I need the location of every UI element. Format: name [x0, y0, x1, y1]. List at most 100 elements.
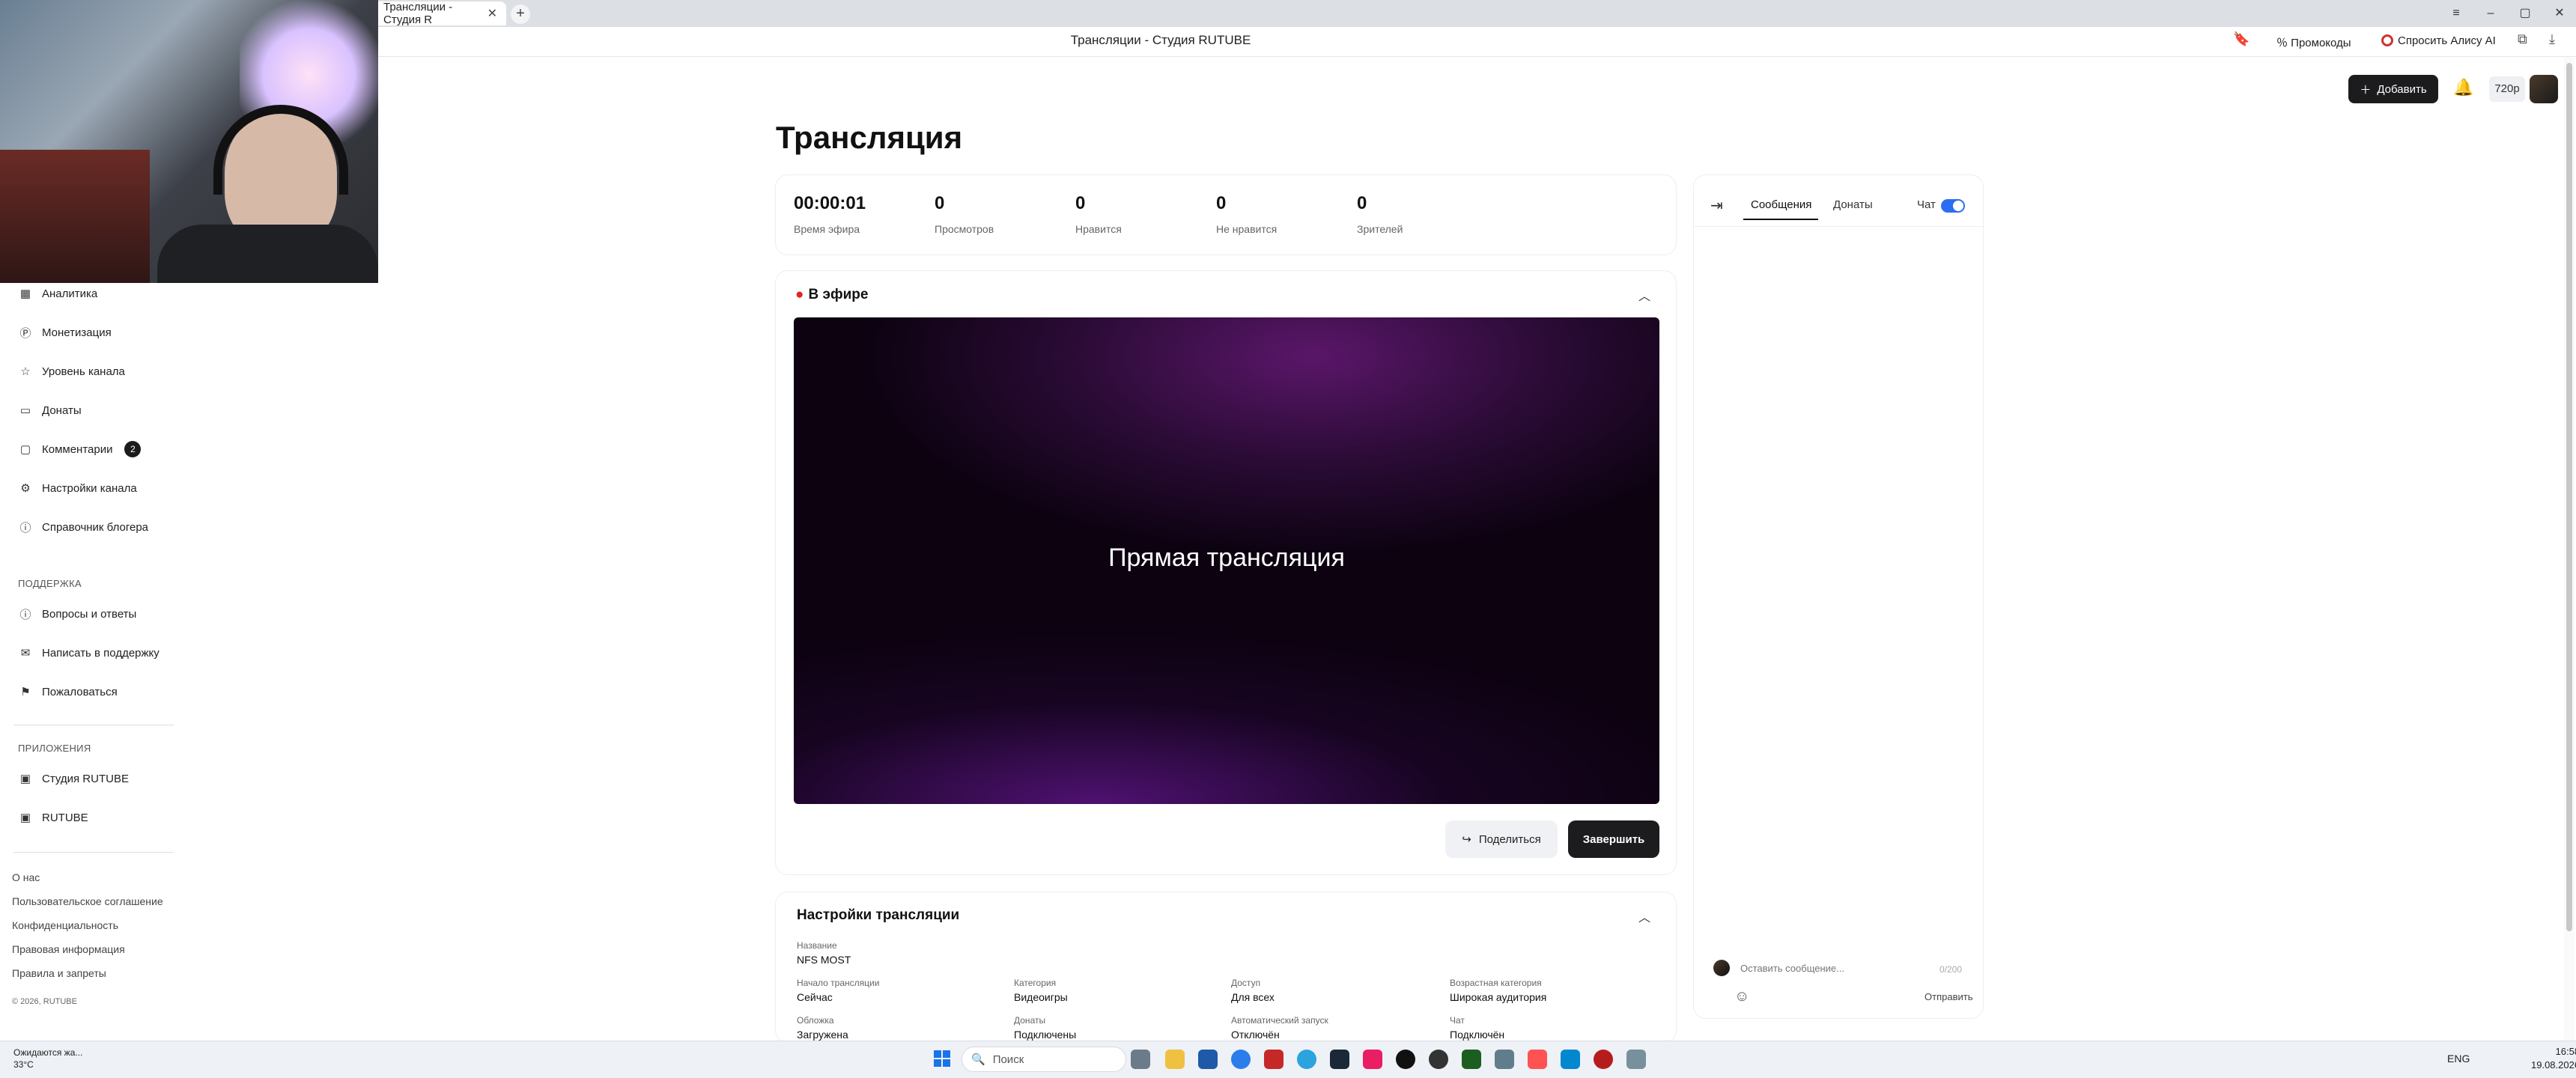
download-icon[interactable]: ⤓: [2549, 31, 2555, 47]
field-value: Загружена: [797, 1029, 848, 1041]
telegram-icon[interactable]: [1297, 1050, 1316, 1069]
browser-icon[interactable]: [1264, 1050, 1284, 1069]
sidebar-item-monetization[interactable]: Ⓟ Монетизация: [18, 317, 111, 347]
monetization-icon: Ⓟ: [19, 326, 31, 340]
chevron-up-icon[interactable]: ︿: [1638, 907, 1650, 925]
chat-toggle[interactable]: [1941, 199, 1965, 213]
live-title-text: В эфире: [808, 287, 869, 302]
field-value: Отключён: [1231, 1029, 1280, 1041]
copyright: © 2026, RUTUBE: [12, 997, 77, 1006]
collapse-chat-icon[interactable]: ⇥: [1710, 196, 1723, 215]
stat-views: 0 Просмотров: [935, 193, 994, 235]
obs-icon[interactable]: [1429, 1050, 1448, 1069]
alisa-label: Спросить Алису AI: [2398, 34, 2496, 47]
stat-label: Не нравится: [1216, 223, 1278, 235]
add-button[interactable]: ＋ Добавить: [2348, 75, 2438, 103]
stat-label: Зрителей: [1357, 223, 1403, 235]
steam-icon[interactable]: [1330, 1050, 1349, 1069]
comment-icon: ▢: [19, 443, 31, 456]
chevron-up-icon[interactable]: ︿: [1638, 286, 1650, 304]
field-value: Сейчас: [797, 991, 833, 1003]
sidebar-item-label: Уровень канала: [42, 365, 125, 378]
new-tab-icon[interactable]: +: [511, 4, 530, 24]
page-heading: Трансляция: [776, 120, 963, 155]
sidebar-item-write-support[interactable]: ✉ Написать в поддержку: [18, 638, 160, 668]
alisa-button[interactable]: Спросить Алису AI: [2381, 34, 2496, 47]
share-button[interactable]: ↪ Поделиться: [1445, 820, 1558, 858]
quality-badge[interactable]: 720p: [2489, 76, 2525, 102]
footer-link-rules[interactable]: Правила и запреты: [12, 967, 106, 979]
field-value: Видеоигры: [1014, 991, 1068, 1003]
app-icon[interactable]: [1561, 1050, 1580, 1069]
app-icon[interactable]: [1528, 1050, 1547, 1069]
footer-link-privacy[interactable]: Конфиденциальность: [12, 919, 118, 931]
app-icon[interactable]: [1495, 1050, 1514, 1069]
bookmark-icon[interactable]: 🔖: [2233, 31, 2250, 47]
sidebar-item-studio-app[interactable]: ▣ Студия RUTUBE: [18, 764, 129, 794]
promo-button[interactable]: ％ Промокоды: [2276, 34, 2351, 50]
field-value: Для всех: [1231, 991, 1275, 1003]
tab-messages[interactable]: Сообщения: [1751, 198, 1811, 211]
apps-section-title: ПРИЛОЖЕНИЯ: [18, 743, 91, 754]
user-avatar[interactable]: [2530, 75, 2558, 103]
scrollbar-thumb[interactable]: [2566, 63, 2572, 931]
sidebar-item-comments[interactable]: ▢ Комментарии 2: [18, 434, 142, 464]
stat-viewers: 0 Зрителей: [1357, 193, 1403, 235]
taskbar-search[interactable]: 🔍 Поиск: [962, 1047, 1126, 1072]
edge-icon[interactable]: [1231, 1050, 1251, 1069]
chat-panel: [1694, 175, 1983, 1018]
windows-start-icon[interactable]: [933, 1050, 951, 1068]
media-icon[interactable]: [1363, 1050, 1382, 1069]
chat-user-avatar: [1713, 960, 1730, 976]
footer-link-terms[interactable]: Пользовательское соглашение: [12, 895, 163, 907]
app-icon[interactable]: [1396, 1050, 1415, 1069]
close-tab-icon[interactable]: ✕: [487, 6, 497, 21]
restore-icon[interactable]: ▢: [2510, 3, 2540, 24]
sidebar-item-donations[interactable]: ▭ Донаты: [18, 395, 82, 425]
task-view-icon[interactable]: [1131, 1050, 1150, 1069]
sidebar-item-channel-level[interactable]: ☆ Уровень канала: [18, 356, 125, 386]
weather-widget[interactable]: Ожидаются жа... 33°C: [13, 1047, 82, 1071]
send-button[interactable]: Отправить: [1925, 991, 1972, 1002]
store-icon[interactable]: [1198, 1050, 1218, 1069]
sidebar-item-analytics[interactable]: ▦ Аналитика: [18, 278, 97, 308]
footer-link-about[interactable]: О нас: [12, 871, 40, 883]
promo-label: Промокоды: [2291, 37, 2351, 49]
emoji-icon[interactable]: ☺: [1734, 988, 1749, 1005]
field-age: Возрастная категория Широкая аудитория: [1450, 978, 1546, 1003]
alisa-icon: [2381, 34, 2393, 46]
sidebar-item-rutube-app[interactable]: ▣ RUTUBE: [18, 803, 88, 832]
browser-menu-icon[interactable]: ≡: [2441, 3, 2471, 24]
file-explorer-icon[interactable]: [1165, 1050, 1185, 1069]
tab-donations[interactable]: Донаты: [1833, 198, 1873, 211]
sidebar-item-channel-settings[interactable]: ⚙ Настройки канала: [18, 473, 136, 503]
browser-tab[interactable]: Трансляции - Студия R ✕: [374, 1, 506, 26]
settings-title: Настройки трансляции: [797, 907, 960, 923]
app-icon[interactable]: [1462, 1050, 1481, 1069]
page-title-bar[interactable]: Трансляции - Студия RUTUBE: [966, 33, 1355, 48]
field-access: Доступ Для всех: [1231, 978, 1275, 1003]
minimize-icon[interactable]: –: [2476, 3, 2506, 24]
clock-date: 19.08.2026: [2531, 1059, 2576, 1071]
comments-count-badge: 2: [124, 441, 142, 457]
sidebar-divider: [13, 852, 174, 853]
share-label: Поделиться: [1478, 832, 1541, 846]
sidebar-item-blogger-guide[interactable]: ⓘ Справочник блогера: [18, 512, 148, 542]
field-key: Доступ: [1231, 978, 1261, 988]
collections-icon[interactable]: ⧉: [2518, 31, 2527, 47]
weather-temp: 33°C: [13, 1059, 34, 1070]
footer-link-legal[interactable]: Правовая информация: [12, 943, 125, 955]
chat-message-input[interactable]: [1740, 963, 1905, 974]
chat-divider: [1694, 226, 1983, 227]
field-value: Подключён: [1450, 1029, 1505, 1041]
close-window-icon[interactable]: ✕: [2545, 3, 2575, 24]
sidebar-item-faq[interactable]: ⓘ Вопросы и ответы: [18, 599, 136, 629]
sidebar-item-report[interactable]: ⚑ Пожаловаться: [18, 677, 117, 707]
wallet-icon: ▭: [19, 404, 31, 417]
language-indicator[interactable]: ENG: [2447, 1053, 2470, 1065]
end-stream-button[interactable]: Завершить: [1568, 820, 1659, 858]
app-icon[interactable]: [1594, 1050, 1613, 1069]
app-icon[interactable]: [1626, 1050, 1646, 1069]
system-clock[interactable]: 16:58 19.08.2026: [2531, 1045, 2576, 1072]
notifications-bell-icon[interactable]: 🔔: [2453, 78, 2473, 97]
